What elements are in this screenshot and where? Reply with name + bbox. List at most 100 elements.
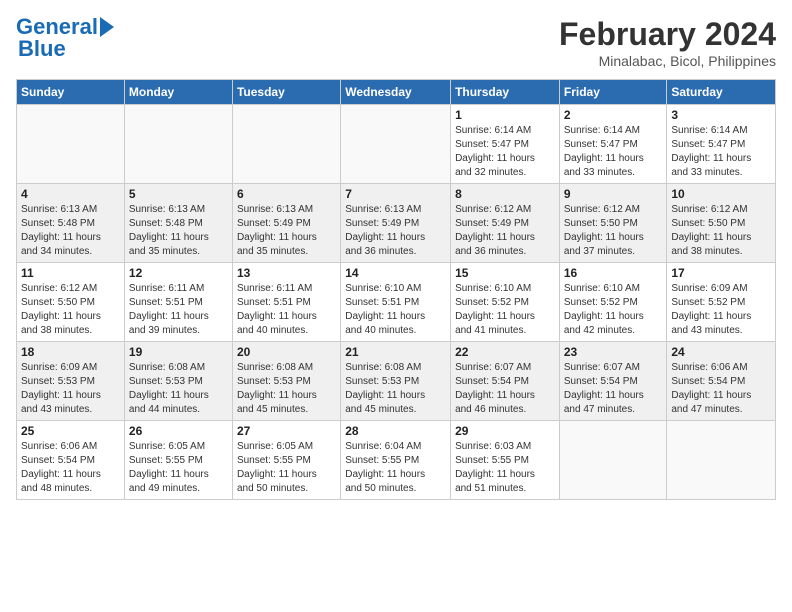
calendar-cell	[17, 105, 125, 184]
calendar-header-row: SundayMondayTuesdayWednesdayThursdayFrid…	[17, 80, 776, 105]
day-info: Sunrise: 6:10 AM Sunset: 5:52 PM Dayligh…	[455, 282, 555, 338]
day-info: Sunrise: 6:13 AM Sunset: 5:49 PM Dayligh…	[237, 203, 336, 259]
calendar-cell: 24 Sunrise: 6:06 AM Sunset: 5:54 PM Dayli…	[667, 342, 776, 421]
calendar-cell: 22Sunrise: 6:07 AM Sunset: 5:54 PM Dayli…	[451, 342, 560, 421]
day-number: 4	[21, 187, 120, 201]
calendar-cell: 5 Sunrise: 6:13 AM Sunset: 5:48 PM Daylig…	[124, 184, 232, 263]
day-number: 7	[345, 187, 446, 201]
day-info: Sunrise: 6:14 AM Sunset: 5:47 PM Dayligh…	[671, 124, 771, 180]
calendar-week-row: 11 Sunrise: 6:12 AM Sunset: 5:50 PM Dayli…	[17, 263, 776, 342]
calendar-week-row: 25 Sunrise: 6:06 AM Sunset: 5:54 PM Dayli…	[17, 421, 776, 500]
calendar-cell: 2 Sunrise: 6:14 AM Sunset: 5:47 PM Daylig…	[559, 105, 667, 184]
calendar-cell: 19 Sunrise: 6:08 AM Sunset: 5:53 PM Dayli…	[124, 342, 232, 421]
day-number: 3	[671, 108, 771, 122]
day-info: Sunrise: 6:13 AM Sunset: 5:48 PM Dayligh…	[129, 203, 228, 259]
day-info: Sunrise: 6:13 AM Sunset: 5:49 PM Dayligh…	[345, 203, 446, 259]
day-number: 25	[21, 424, 120, 438]
calendar-cell: 27Sunrise: 6:05 AM Sunset: 5:55 PM Dayli…	[232, 421, 340, 500]
day-info: Sunrise: 6:12 AM Sunset: 5:50 PM Dayligh…	[21, 282, 120, 338]
calendar-cell: 13 Sunrise: 6:11 AM Sunset: 5:51 PM Dayli…	[232, 263, 340, 342]
day-info: Sunrise: 6:07 AM Sunset: 5:54 PM Dayligh…	[564, 361, 663, 417]
day-info: Sunrise: 6:07 AM Sunset: 5:54 PM Dayligh…	[455, 361, 555, 417]
weekday-header: Tuesday	[232, 80, 340, 105]
calendar-week-row: 18Sunrise: 6:09 AM Sunset: 5:53 PM Dayli…	[17, 342, 776, 421]
calendar-cell: 23Sunrise: 6:07 AM Sunset: 5:54 PM Dayli…	[559, 342, 667, 421]
calendar-cell	[559, 421, 667, 500]
day-number: 6	[237, 187, 336, 201]
calendar-cell: 7 Sunrise: 6:13 AM Sunset: 5:49 PM Daylig…	[341, 184, 451, 263]
day-number: 14	[345, 266, 446, 280]
day-info: Sunrise: 6:11 AM Sunset: 5:51 PM Dayligh…	[129, 282, 228, 338]
day-info: Sunrise: 6:08 AM Sunset: 5:53 PM Dayligh…	[345, 361, 446, 417]
day-number: 8	[455, 187, 555, 201]
day-info: Sunrise: 6:11 AM Sunset: 5:51 PM Dayligh…	[237, 282, 336, 338]
calendar-cell: 4 Sunrise: 6:13 AM Sunset: 5:48 PM Daylig…	[17, 184, 125, 263]
day-number: 1	[455, 108, 555, 122]
day-info: Sunrise: 6:06 AM Sunset: 5:54 PM Dayligh…	[671, 361, 771, 417]
day-info: Sunrise: 6:12 AM Sunset: 5:50 PM Dayligh…	[671, 203, 771, 259]
day-number: 17	[671, 266, 771, 280]
logo: General Blue	[16, 16, 114, 60]
weekday-header: Sunday	[17, 80, 125, 105]
day-info: Sunrise: 6:10 AM Sunset: 5:51 PM Dayligh…	[345, 282, 446, 338]
day-info: Sunrise: 6:09 AM Sunset: 5:52 PM Dayligh…	[671, 282, 771, 338]
day-number: 13	[237, 266, 336, 280]
day-number: 24	[671, 345, 771, 359]
day-number: 21	[345, 345, 446, 359]
day-info: Sunrise: 6:14 AM Sunset: 5:47 PM Dayligh…	[564, 124, 663, 180]
calendar-cell: 21 Sunrise: 6:08 AM Sunset: 5:53 PM Dayli…	[341, 342, 451, 421]
calendar-table: SundayMondayTuesdayWednesdayThursdayFrid…	[16, 79, 776, 500]
calendar-cell: 1 Sunrise: 6:14 AM Sunset: 5:47 PM Daylig…	[451, 105, 560, 184]
calendar-cell	[667, 421, 776, 500]
day-number: 26	[129, 424, 228, 438]
calendar-week-row: 1 Sunrise: 6:14 AM Sunset: 5:47 PM Daylig…	[17, 105, 776, 184]
day-number: 5	[129, 187, 228, 201]
day-info: Sunrise: 6:14 AM Sunset: 5:47 PM Dayligh…	[455, 124, 555, 180]
title-section: February 2024 Minalabac, Bicol, Philippi…	[559, 16, 776, 69]
calendar-cell: 6 Sunrise: 6:13 AM Sunset: 5:49 PM Daylig…	[232, 184, 340, 263]
calendar-cell: 28Sunrise: 6:04 AM Sunset: 5:55 PM Dayli…	[341, 421, 451, 500]
calendar-cell	[124, 105, 232, 184]
day-number: 10	[671, 187, 771, 201]
day-number: 11	[21, 266, 120, 280]
day-number: 18	[21, 345, 120, 359]
weekday-header: Saturday	[667, 80, 776, 105]
month-year-title: February 2024	[559, 16, 776, 53]
page-header: General Blue February 2024 Minalabac, Bi…	[16, 16, 776, 69]
day-number: 12	[129, 266, 228, 280]
day-info: Sunrise: 6:10 AM Sunset: 5:52 PM Dayligh…	[564, 282, 663, 338]
calendar-cell	[232, 105, 340, 184]
day-number: 2	[564, 108, 663, 122]
day-info: Sunrise: 6:12 AM Sunset: 5:49 PM Dayligh…	[455, 203, 555, 259]
calendar-cell: 15 Sunrise: 6:10 AM Sunset: 5:52 PM Dayli…	[451, 263, 560, 342]
calendar-cell: 14 Sunrise: 6:10 AM Sunset: 5:51 PM Dayli…	[341, 263, 451, 342]
calendar-cell: 17 Sunrise: 6:09 AM Sunset: 5:52 PM Dayli…	[667, 263, 776, 342]
logo-subtext: Blue	[18, 38, 66, 60]
weekday-header: Monday	[124, 80, 232, 105]
day-info: Sunrise: 6:05 AM Sunset: 5:55 PM Dayligh…	[129, 440, 228, 496]
calendar-cell: 11 Sunrise: 6:12 AM Sunset: 5:50 PM Dayli…	[17, 263, 125, 342]
day-info: Sunrise: 6:06 AM Sunset: 5:54 PM Dayligh…	[21, 440, 120, 496]
day-number: 9	[564, 187, 663, 201]
day-number: 19	[129, 345, 228, 359]
calendar-cell: 12 Sunrise: 6:11 AM Sunset: 5:51 PM Dayli…	[124, 263, 232, 342]
day-number: 16	[564, 266, 663, 280]
day-info: Sunrise: 6:13 AM Sunset: 5:48 PM Dayligh…	[21, 203, 120, 259]
calendar-cell: 10 Sunrise: 6:12 AM Sunset: 5:50 PM Dayli…	[667, 184, 776, 263]
calendar-week-row: 4 Sunrise: 6:13 AM Sunset: 5:48 PM Daylig…	[17, 184, 776, 263]
weekday-header: Thursday	[451, 80, 560, 105]
day-info: Sunrise: 6:03 AM Sunset: 5:55 PM Dayligh…	[455, 440, 555, 496]
weekday-header: Wednesday	[341, 80, 451, 105]
day-number: 28	[345, 424, 446, 438]
logo-text: General	[16, 16, 98, 38]
weekday-header: Friday	[559, 80, 667, 105]
day-number: 15	[455, 266, 555, 280]
calendar-cell: 8 Sunrise: 6:12 AM Sunset: 5:49 PM Daylig…	[451, 184, 560, 263]
day-info: Sunrise: 6:08 AM Sunset: 5:53 PM Dayligh…	[129, 361, 228, 417]
day-number: 29	[455, 424, 555, 438]
calendar-cell: 9Sunrise: 6:12 AM Sunset: 5:50 PM Daylig…	[559, 184, 667, 263]
day-number: 27	[237, 424, 336, 438]
calendar-cell: 29 Sunrise: 6:03 AM Sunset: 5:55 PM Dayli…	[451, 421, 560, 500]
calendar-cell: 25 Sunrise: 6:06 AM Sunset: 5:54 PM Dayli…	[17, 421, 125, 500]
calendar-cell: 20Sunrise: 6:08 AM Sunset: 5:53 PM Dayli…	[232, 342, 340, 421]
